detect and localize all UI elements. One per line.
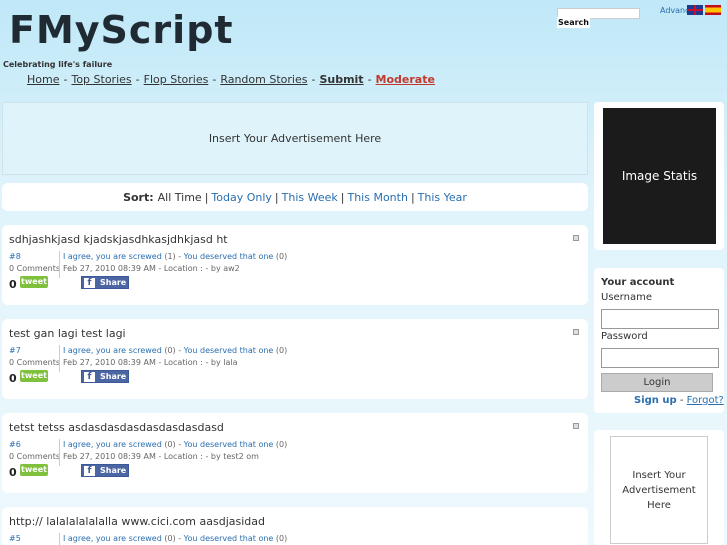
story-number[interactable]: #8 xyxy=(9,252,21,261)
story-item: tetst tetss asdasdasdasdasdasdasdasd #6 … xyxy=(2,413,588,493)
static-image-text: Image Statis xyxy=(621,169,698,183)
ad-banner-text: Insert Your Advertisement Here xyxy=(208,132,382,145)
forgot-password-link[interactable]: Forgot? xyxy=(687,395,724,406)
sidebar-image-box: Image Statis xyxy=(594,102,724,250)
story-meta: Feb 27, 2010 08:39 AM - Location : - by … xyxy=(63,358,238,367)
nav-home[interactable]: Home xyxy=(27,73,59,86)
username-field[interactable] xyxy=(601,309,719,329)
flag-icon[interactable] xyxy=(573,329,579,335)
story-item: http:// lalalalalalalla www.cici.com aas… xyxy=(2,507,588,545)
nav-random-stories[interactable]: Random Stories xyxy=(220,73,307,86)
advanced-search-link[interactable]: Advanced Search xyxy=(660,6,687,15)
account-heading: Your account xyxy=(601,277,675,288)
story-comments[interactable]: 0 Comments xyxy=(9,264,60,273)
nav-moderate[interactable]: Moderate xyxy=(376,73,435,86)
facebook-icon: f xyxy=(84,278,95,288)
facebook-icon: f xyxy=(84,466,95,476)
password-field[interactable] xyxy=(601,348,719,368)
nav-flop-stories[interactable]: Flop Stories xyxy=(144,73,209,86)
sidebar-ad: Insert Your Advertisement Here xyxy=(610,436,708,544)
deserved-link[interactable]: You deserved that one xyxy=(184,534,274,543)
story-votes: I agree, you are screwed (0) - You deser… xyxy=(63,534,288,543)
main-nav: Home - Top Stories - Flop Stories - Random Sto… xyxy=(27,73,435,86)
story-number[interactable]: #6 xyxy=(9,440,21,449)
sort-label: Sort: xyxy=(123,190,154,204)
flag-icon[interactable] xyxy=(573,235,579,241)
password-label: Password xyxy=(601,331,648,342)
facebook-icon: f xyxy=(84,372,95,382)
story-score: 0 xyxy=(9,372,17,385)
facebook-share-button[interactable]: f Share xyxy=(81,464,129,477)
story-votes: I agree, you are screwed (0) - You deser… xyxy=(63,346,288,355)
sort-today-only[interactable]: Today Only xyxy=(211,191,272,204)
sort-all-time[interactable]: All Time xyxy=(158,191,202,204)
site-logo[interactable]: FMyScript xyxy=(9,8,234,52)
english-flag-icon[interactable] xyxy=(687,5,703,15)
story-item: sdhjashkjasd kjadskjasdhkasjdhkjasd ht #… xyxy=(2,225,588,305)
sidebar-ad-text: Insert Your Advertisement Here xyxy=(622,469,696,511)
divider xyxy=(59,439,60,466)
story-meta: Feb 27, 2010 08:39 AM - Location : - by … xyxy=(63,264,240,273)
sort-this-month[interactable]: This Month xyxy=(347,191,407,204)
story-meta: Feb 27, 2010 08:39 AM - Location : - by … xyxy=(63,452,259,461)
agree-link[interactable]: I agree, you are screwed xyxy=(63,252,162,261)
story-votes: I agree, you are screwed (0) - You deser… xyxy=(63,440,288,449)
agree-link[interactable]: I agree, you are screwed xyxy=(63,534,162,543)
story-votes: I agree, you are screwed (1) - You deser… xyxy=(63,252,288,261)
nav-top-stories[interactable]: Top Stories xyxy=(71,73,131,86)
flag-icon[interactable] xyxy=(573,423,579,429)
sort-this-week[interactable]: This Week xyxy=(282,191,338,204)
story-score: 0 xyxy=(9,278,17,291)
tweet-button[interactable]: tweet xyxy=(20,370,48,382)
sort-bar: Sort: All Time | Today Only | This Week … xyxy=(2,183,588,211)
search-button[interactable]: Search xyxy=(557,17,590,28)
story-item: test gan lagi test lagi #7 0 Comments I … xyxy=(2,319,588,399)
story-number[interactable]: #5 xyxy=(9,534,21,543)
deserved-link[interactable]: You deserved that one xyxy=(184,252,274,261)
divider xyxy=(59,345,60,372)
story-comments[interactable]: 0 Comments xyxy=(9,358,60,367)
story-title[interactable]: tetst tetss asdasdasdasdasdasdasdasd xyxy=(9,421,224,434)
divider xyxy=(59,251,60,278)
deserved-link[interactable]: You deserved that one xyxy=(184,346,274,355)
login-button[interactable]: Login xyxy=(601,373,713,392)
username-label: Username xyxy=(601,292,652,303)
divider xyxy=(59,533,60,545)
story-number[interactable]: #7 xyxy=(9,346,21,355)
site-tagline: Celebrating life's failure xyxy=(3,60,113,69)
static-image: Image Statis xyxy=(603,108,716,244)
account-panel: Your account Username Password Login Sig… xyxy=(594,268,724,413)
agree-link[interactable]: I agree, you are screwed xyxy=(63,440,162,449)
story-title[interactable]: http:// lalalalalalalla www.cici.com aas… xyxy=(9,515,265,528)
story-comments[interactable]: 0 Comments xyxy=(9,452,60,461)
signup-link[interactable]: Sign up xyxy=(634,395,677,406)
story-title[interactable]: test gan lagi test lagi xyxy=(9,327,126,340)
nav-submit[interactable]: Submit xyxy=(319,73,363,86)
tweet-button[interactable]: tweet xyxy=(20,276,48,288)
tweet-button[interactable]: tweet xyxy=(20,464,48,476)
agree-link[interactable]: I agree, you are screwed xyxy=(63,346,162,355)
deserved-link[interactable]: You deserved that one xyxy=(184,440,274,449)
story-title[interactable]: sdhjashkjasd kjadskjasdhkasjdhkjasd ht xyxy=(9,233,228,246)
spanish-flag-icon[interactable] xyxy=(705,5,721,15)
account-links: Sign up - Forgot? xyxy=(634,395,724,406)
ad-banner: Insert Your Advertisement Here xyxy=(2,102,588,175)
sidebar-ad-box: Insert Your Advertisement Here xyxy=(594,430,724,545)
story-score: 0 xyxy=(9,466,17,479)
facebook-share-button[interactable]: f Share xyxy=(81,370,129,383)
facebook-share-button[interactable]: f Share xyxy=(81,276,129,289)
sort-this-year[interactable]: This Year xyxy=(418,191,467,204)
